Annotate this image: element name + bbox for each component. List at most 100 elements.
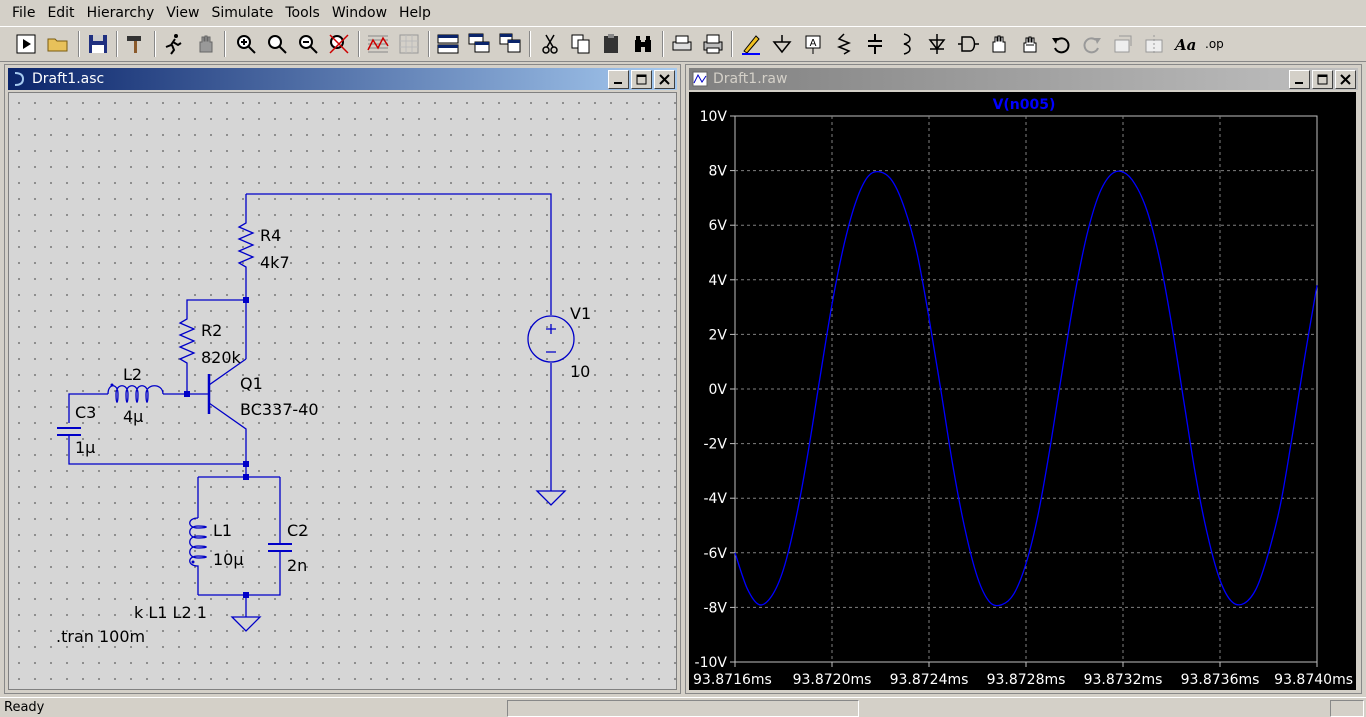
c3-symbol[interactable] (57, 427, 81, 436)
plot-titlebar[interactable]: Draft1.raw (689, 68, 1358, 90)
wire-c3-emitter[interactable] (68, 435, 246, 465)
svg-text:A: A (810, 38, 817, 49)
menu-help[interactable]: Help (393, 3, 437, 23)
schematic-canvas[interactable]: R4 4k7 R2 820k Q1 BC337-40 L2 4µ C3 1µ L… (8, 92, 677, 690)
y-tick-label: -10V (695, 655, 728, 671)
close-button[interactable] (654, 69, 675, 89)
hammer-icon[interactable] (122, 30, 150, 58)
v1-symbol[interactable] (527, 315, 575, 363)
y-tick-label: 0V (709, 382, 728, 398)
r4-value-label: 4k7 (260, 253, 290, 272)
pan-icon[interactable] (263, 30, 291, 58)
status-text: Ready (4, 700, 45, 715)
grid-icon[interactable] (395, 30, 423, 58)
minimize-button[interactable] (608, 69, 629, 89)
spice-directive-icon[interactable]: .op (1202, 30, 1230, 58)
menu-window[interactable]: Window (326, 3, 393, 23)
autorange-icon[interactable] (364, 30, 392, 58)
status-bar: Ready (0, 697, 1366, 717)
junction-dot (243, 474, 249, 480)
undo-icon[interactable] (1047, 30, 1075, 58)
print-icon[interactable] (699, 30, 727, 58)
save-icon[interactable] (84, 30, 112, 58)
zoom-in-icon[interactable] (232, 30, 260, 58)
plot-window: Draft1.raw V(n005) 10V 8V 6V 4V 2V 0V -2V -4V -6… (685, 64, 1362, 694)
open-folder-icon[interactable] (44, 30, 72, 58)
y-tick-label: -8V (703, 600, 727, 616)
capacitor-icon[interactable] (861, 30, 889, 58)
text-icon[interactable]: Aa (1171, 30, 1199, 58)
phasing-dot (191, 560, 195, 564)
ground-symbol-tank[interactable] (230, 616, 262, 632)
component-icon[interactable] (954, 30, 982, 58)
tran-directive[interactable]: .tran 100m (56, 627, 145, 646)
mirror-icon[interactable] (1140, 30, 1168, 58)
zoom-fit-icon[interactable] (325, 30, 353, 58)
rotate-icon[interactable] (1109, 30, 1137, 58)
inductor-icon[interactable] (892, 30, 920, 58)
r2-name-label: R2 (201, 321, 222, 340)
diode-icon[interactable] (923, 30, 951, 58)
r2-symbol[interactable] (178, 299, 246, 394)
find-binoculars-icon[interactable] (629, 30, 657, 58)
y-tick-label: 6V (709, 218, 728, 234)
x-tick-label: 93.8724ms (890, 672, 969, 688)
c2-value-label: 2n (287, 556, 307, 575)
halt-hand-icon[interactable] (192, 30, 220, 58)
redo-icon[interactable] (1078, 30, 1106, 58)
status-panel-middle (507, 700, 859, 717)
close-button[interactable] (1335, 69, 1356, 89)
copy-icon[interactable] (567, 30, 595, 58)
x-tick-label: 93.8736ms (1181, 672, 1260, 688)
coupling-directive[interactable]: k L1 L2 1 (134, 603, 207, 622)
menu-view[interactable]: View (160, 3, 205, 23)
run-icon[interactable] (12, 30, 40, 58)
move-hand-icon[interactable] (985, 30, 1013, 58)
junction-dot (184, 391, 190, 397)
c3-value-label: 1µ (75, 438, 95, 457)
minimize-button[interactable] (1289, 69, 1310, 89)
menu-tools[interactable]: Tools (279, 3, 326, 23)
c2-symbol[interactable] (268, 543, 292, 552)
zoom-out-icon[interactable] (294, 30, 322, 58)
l2-symbol[interactable] (107, 385, 164, 403)
r4-symbol[interactable] (237, 194, 255, 300)
draw-wire-pencil-icon[interactable] (737, 30, 765, 58)
l1-symbol[interactable] (189, 517, 207, 595)
schematic-window: Draft1.asc R4 4k7 R2 820k Q1 BC337-40 L2… (4, 64, 681, 694)
schematic-titlebar[interactable]: Draft1.asc (8, 68, 677, 90)
paste-icon[interactable] (598, 30, 626, 58)
wire-top[interactable] (246, 193, 552, 315)
trace-label[interactable]: V(n005) (993, 97, 1056, 113)
resistor-icon[interactable] (830, 30, 858, 58)
ground-symbol-v1[interactable] (535, 490, 567, 506)
x-tick-label: 93.8732ms (1084, 672, 1163, 688)
menu-file[interactable]: File (6, 3, 41, 23)
y-tick-label: -4V (703, 491, 727, 507)
maximize-button[interactable] (631, 69, 652, 89)
r2-value-label: 820k (201, 348, 242, 367)
ground-icon[interactable] (768, 30, 796, 58)
print-setup-icon[interactable] (668, 30, 696, 58)
menu-edit[interactable]: Edit (41, 3, 80, 23)
menu-hierarchy[interactable]: Hierarchy (81, 3, 161, 23)
q1-name-label: Q1 (240, 374, 263, 393)
wire-tank-top[interactable] (197, 476, 281, 543)
run-man-icon[interactable] (160, 30, 188, 58)
svg-text:Aa: Aa (1173, 36, 1196, 54)
l2-value-label: 4µ (123, 407, 143, 426)
l1-value-label: 10µ (213, 550, 244, 569)
plot-canvas[interactable]: V(n005) 10V 8V 6V 4V 2V 0V -2V -4V -6V -8V -10V 93.… (689, 92, 1356, 690)
schematic-title: Draft1.asc (32, 71, 105, 87)
drag-hand-icon[interactable] (1016, 30, 1044, 58)
plot-title: Draft1.raw (713, 71, 788, 87)
y-tick-label: 8V (709, 164, 728, 180)
tile-vertical-icon[interactable] (496, 30, 524, 58)
label-net-icon[interactable]: A (799, 30, 827, 58)
cascade-icon[interactable] (465, 30, 493, 58)
cut-icon[interactable] (536, 30, 564, 58)
tile-horizontal-icon[interactable] (434, 30, 462, 58)
menu-simulate[interactable]: Simulate (205, 3, 279, 23)
maximize-button[interactable] (1312, 69, 1333, 89)
v1-value-label: 10 (570, 362, 590, 381)
